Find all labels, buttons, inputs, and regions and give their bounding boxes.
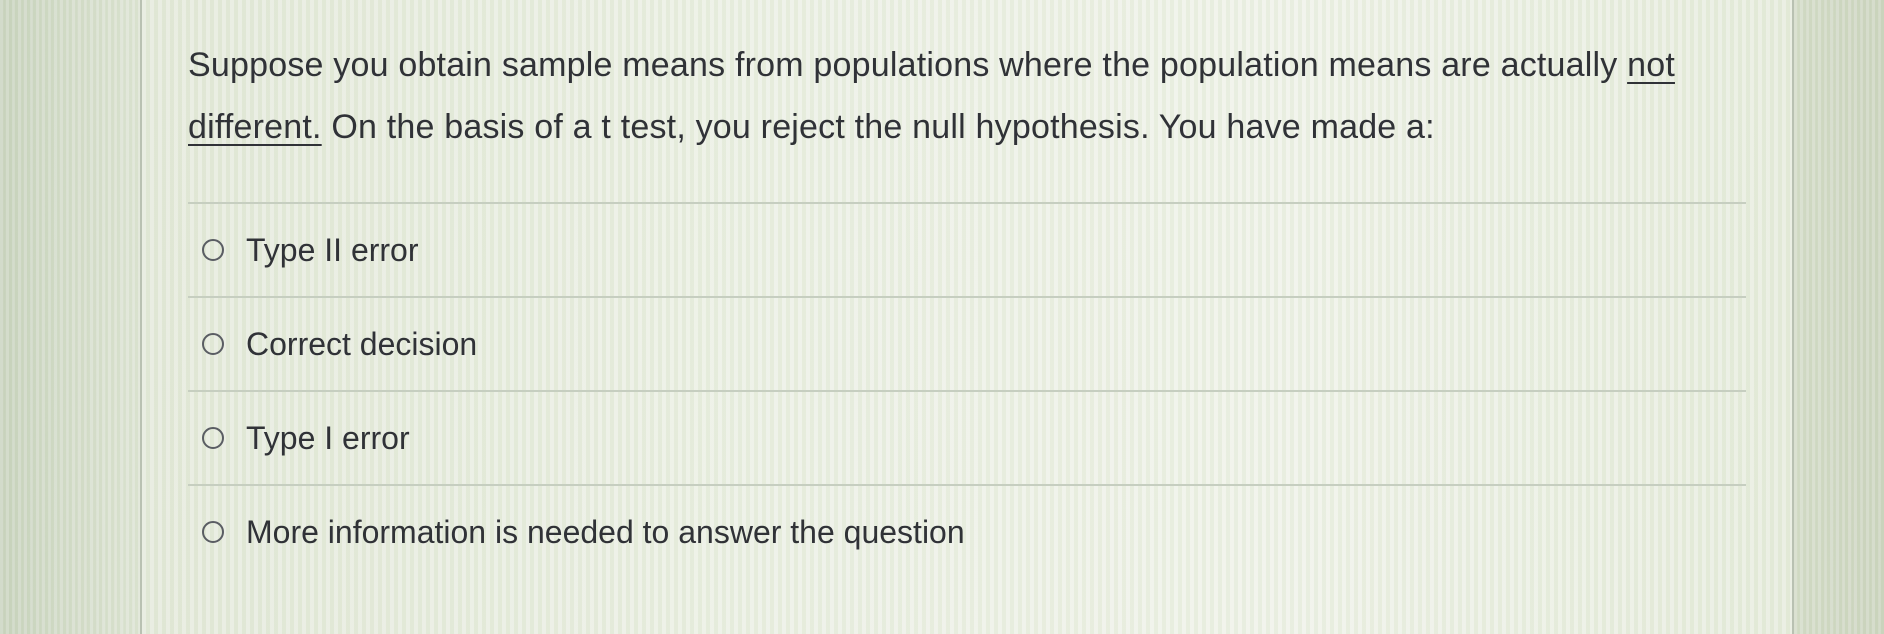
answer-option-type-ii-error[interactable]: Type II error (188, 204, 1746, 298)
radio-button-icon[interactable] (202, 521, 224, 543)
radio-button-icon[interactable] (202, 333, 224, 355)
question-text: Suppose you obtain sample means from pop… (188, 34, 1738, 158)
question-text-part1: Suppose you obtain sample means from pop… (188, 46, 1628, 84)
answer-label: Correct decision (246, 325, 478, 362)
answer-label: Type II error (246, 231, 419, 268)
radio-button-icon[interactable] (202, 239, 224, 261)
answer-label: More information is needed to answer the… (246, 513, 965, 550)
answer-list: Type II error Correct decision Type I er… (188, 202, 1746, 578)
answer-label: Type I error (246, 419, 410, 456)
answer-option-more-information[interactable]: More information is needed to answer the… (188, 486, 1746, 578)
radio-button-icon[interactable] (202, 427, 224, 449)
answer-option-correct-decision[interactable]: Correct decision (188, 298, 1746, 392)
question-card: Suppose you obtain sample means from pop… (188, 34, 1748, 158)
answer-option-type-i-error[interactable]: Type I error (188, 392, 1746, 486)
question-text-part2: On the basis of a t test, you reject the… (321, 108, 1435, 146)
